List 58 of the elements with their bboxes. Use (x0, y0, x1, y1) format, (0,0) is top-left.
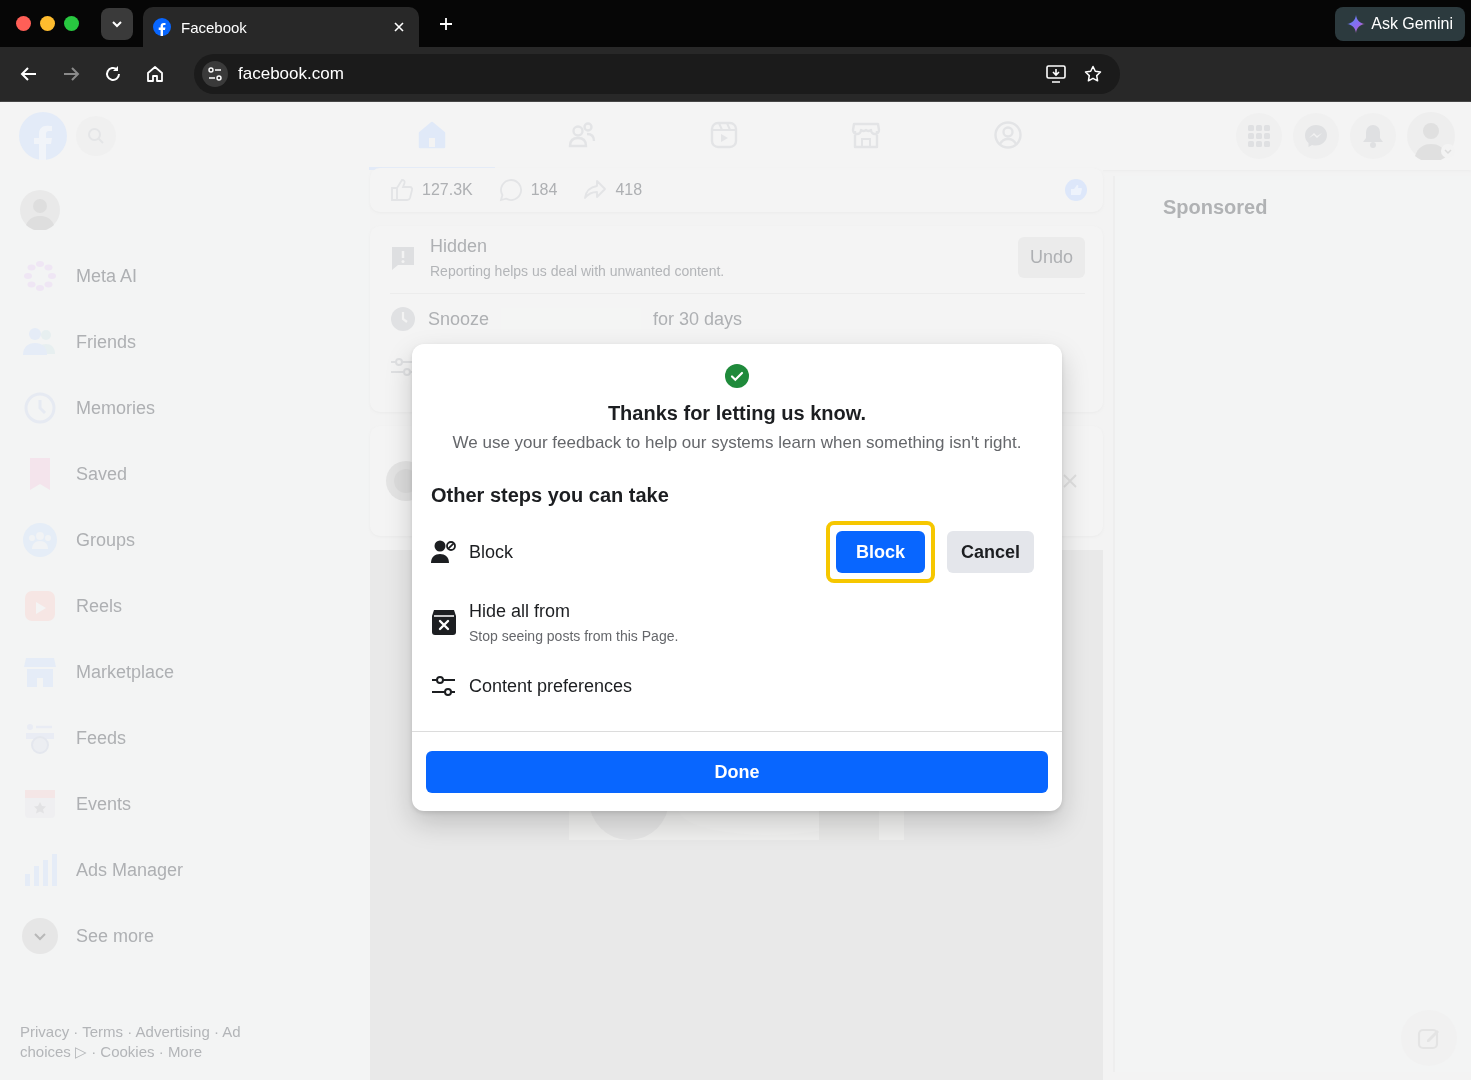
address-bar[interactable]: facebook.com (194, 54, 1120, 94)
sidebar-item[interactable]: Feeds (20, 712, 137, 764)
reload-icon[interactable] (104, 65, 122, 83)
sidebar-item[interactable]: Events (20, 778, 142, 830)
footer-links: Privacy · Terms · Advertising · Ad choices ▷ · Cookies · More (20, 1022, 242, 1062)
avatar-icon (1407, 112, 1455, 160)
bookmark-star-icon[interactable] (1084, 65, 1102, 83)
back-arrow-icon[interactable] (20, 65, 38, 83)
steps-heading: Other steps you can take (431, 484, 670, 507)
url-text: facebook.com (238, 64, 344, 84)
sidebar-item[interactable]: Friends (20, 316, 147, 368)
check-circle-icon (725, 364, 749, 388)
site-settings-icon[interactable] (202, 61, 228, 87)
sliders-icon (431, 673, 457, 699)
snooze-duration: for 30 days (653, 308, 743, 330)
block-person-icon (431, 539, 457, 565)
box-x-icon (431, 608, 457, 636)
step-label[interactable]: Hide all from (469, 600, 679, 622)
section-heading: Sponsored (1163, 196, 1268, 218)
sidebar-item[interactable]: Meta AI (20, 250, 148, 302)
snooze-label[interactable]: Snooze (428, 308, 490, 330)
block-button[interactable]: Block (835, 531, 925, 573)
install-app-icon[interactable] (1046, 65, 1066, 83)
sidebar-item[interactable]: Groups (20, 514, 146, 566)
tab-title: Facebook (181, 18, 248, 36)
close-window-button[interactable] (16, 16, 31, 31)
sidebar-item[interactable]: Ads Manager (20, 844, 194, 896)
sidebar-item[interactable]: See more (20, 910, 165, 962)
dialog-description: We use your feedback to help our systems learn when something isn't right. (452, 432, 1022, 454)
facebook-logo-icon (153, 18, 171, 36)
ask-gemini-button[interactable]: Ask Gemini (1335, 6, 1465, 41)
reaction-button[interactable]: 127.3K (390, 178, 473, 202)
step-label[interactable]: Content preferences (469, 675, 633, 697)
step-description: Stop seeing posts from this Page. (469, 627, 679, 644)
tab-list-button[interactable] (101, 7, 133, 40)
zoom-window-button[interactable] (64, 16, 79, 31)
new-tab-icon[interactable] (439, 16, 453, 31)
done-button[interactable]: Done (426, 751, 1048, 793)
notice-text: Reporting helps us deal with unwanted content. (430, 263, 725, 279)
account-button[interactable] (1407, 112, 1455, 160)
forward-arrow-icon[interactable] (62, 65, 80, 83)
sidebar-item[interactable]: Marketplace (20, 646, 185, 698)
step-label[interactable]: Block (469, 541, 513, 563)
sidebar-item[interactable]: Memories (20, 382, 165, 434)
notice-title: Hidden (430, 236, 489, 257)
cancel-button[interactable]: Cancel (946, 531, 1034, 573)
dialog-title: Thanks for letting us know. (607, 402, 867, 425)
reaction-button[interactable]: 184 (498, 178, 558, 202)
close-icon[interactable] (393, 21, 405, 33)
sidebar-item[interactable]: Saved (20, 448, 138, 500)
sidebar-item[interactable]: Reels (20, 580, 133, 632)
browser-tab[interactable]: Facebook (143, 7, 419, 47)
sparkle-icon (1347, 14, 1366, 33)
undo-button[interactable]: Undo (1017, 237, 1085, 278)
chevron-circle-icon (20, 918, 60, 954)
minimize-window-button[interactable] (40, 16, 55, 31)
home-icon[interactable] (146, 65, 164, 83)
reaction-button[interactable]: 418 (583, 178, 643, 202)
